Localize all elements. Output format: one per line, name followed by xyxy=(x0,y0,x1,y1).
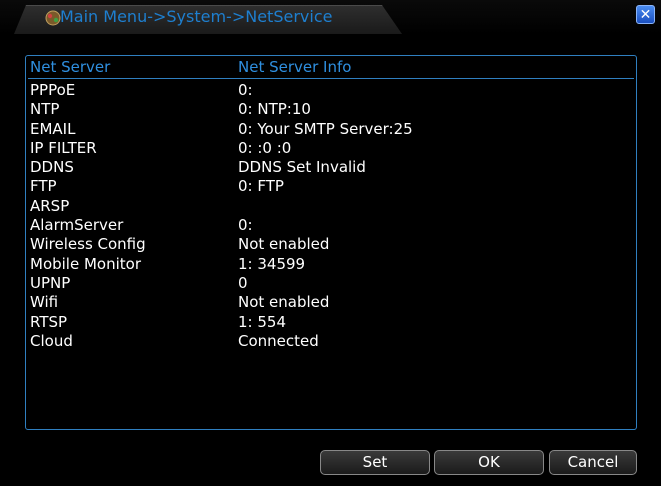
net-server-info: 0: xyxy=(238,216,253,235)
net-server-info: 1: 554 xyxy=(238,312,286,331)
table-row[interactable]: EMAIL 0: Your SMTP Server:25 xyxy=(30,120,630,139)
net-server-info: 0: NTP:10 xyxy=(238,100,311,119)
table-row[interactable]: PPPoE 0: xyxy=(30,81,630,100)
net-server-name: Cloud xyxy=(30,331,73,350)
net-server-name: IP FILTER xyxy=(30,138,97,157)
net-server-name: PPPoE xyxy=(30,81,76,99)
table-body: Net Server Net Server Info PPPoE 0: NTP 0: … xyxy=(30,58,630,351)
table-row[interactable]: IP FILTER 0: :0 :0 xyxy=(30,139,630,158)
net-server-name: NTP xyxy=(30,100,60,119)
net-server-info: Not enabled xyxy=(238,235,330,254)
table-row[interactable]: AlarmServer 0: xyxy=(30,216,630,235)
net-server-info: 0: :0 :0 xyxy=(238,138,292,157)
net-server-name: EMAIL xyxy=(30,119,76,138)
window-title: Main Menu->System->NetService xyxy=(60,7,333,26)
table-row[interactable]: ARSP xyxy=(30,197,630,216)
table-row[interactable]: NTP 0: NTP:10 xyxy=(30,100,630,119)
net-server-info: 0 xyxy=(238,273,248,292)
table-row[interactable]: DDNS DDNS Set Invalid xyxy=(30,158,630,177)
title-bar: Main Menu->System->NetService ✕ xyxy=(0,0,661,34)
table-row[interactable]: Cloud Connected xyxy=(30,332,630,351)
column-header-net-server: Net Server xyxy=(30,58,111,76)
net-server-info: 0: xyxy=(238,81,253,99)
net-server-name: UPNP xyxy=(30,273,71,292)
net-server-name: ARSP xyxy=(30,196,70,215)
table-row[interactable]: Mobile Monitor 1: 34599 xyxy=(30,255,630,274)
net-server-info: 0: FTP xyxy=(238,177,284,196)
net-server-name: Mobile Monitor xyxy=(30,254,141,273)
netservice-window: Main Menu->System->NetService ✕ Net Serv… xyxy=(0,0,661,486)
net-server-name: AlarmServer xyxy=(30,216,124,235)
table-row[interactable]: Wireless Config Not enabled xyxy=(30,235,630,254)
net-server-name: RTSP xyxy=(30,312,68,331)
ok-button[interactable]: OK xyxy=(434,450,544,475)
table-row[interactable]: Wifi Not enabled xyxy=(30,293,630,312)
close-icon[interactable]: ✕ xyxy=(636,5,655,24)
net-server-info: 0: Your SMTP Server:25 xyxy=(238,119,413,138)
net-server-name: Wifi xyxy=(30,293,59,312)
net-server-info: 1: 34599 xyxy=(238,254,306,273)
table-row[interactable]: UPNP 0 xyxy=(30,274,630,293)
table-row[interactable]: FTP 0: FTP xyxy=(30,177,630,196)
net-server-table: Net Server Net Server Info PPPoE 0: NTP 0: … xyxy=(25,55,637,430)
set-button[interactable]: Set xyxy=(320,450,430,475)
cancel-button[interactable]: Cancel xyxy=(549,450,637,475)
net-server-name: Wireless Config xyxy=(30,235,146,254)
table-header: Net Server Net Server Info xyxy=(30,58,630,78)
column-header-net-server-info: Net Server Info xyxy=(238,58,352,76)
net-server-info: Not enabled xyxy=(238,293,330,312)
table-row[interactable]: RTSP 1: 554 xyxy=(30,313,630,332)
net-server-info xyxy=(238,197,630,216)
net-server-name: DDNS xyxy=(30,158,74,177)
net-server-name: FTP xyxy=(30,177,57,196)
net-server-info: DDNS Set Invalid xyxy=(238,158,366,177)
net-server-info: Connected xyxy=(238,331,319,350)
